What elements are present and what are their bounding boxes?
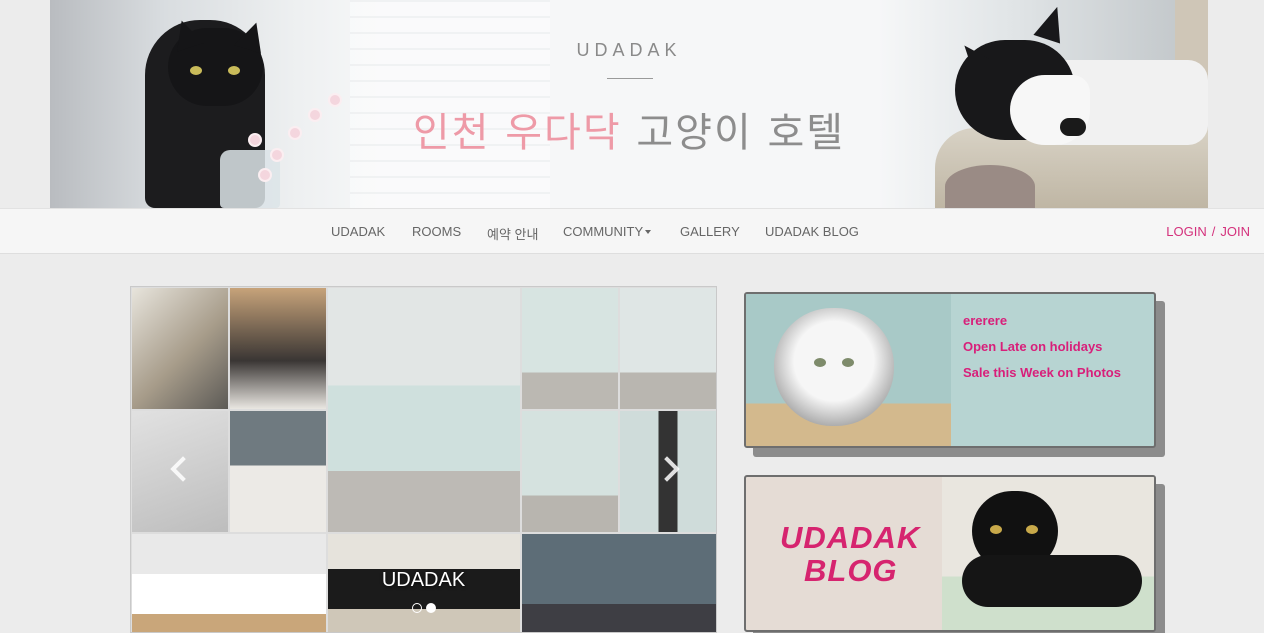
cat-eye [228, 66, 240, 75]
nav-item-gallery[interactable]: GALLERY [680, 224, 740, 239]
banner-title-pink: 인천 우다닥 [412, 110, 622, 156]
banner-divider [607, 78, 653, 79]
blog-card-line2: BLOG [804, 553, 898, 588]
banner-title: 인천 우다닥 고양이 호텔 [50, 100, 1208, 158]
blog-card-line1: UDADAK [780, 520, 921, 555]
nav-item-blog[interactable]: UDADAK BLOG [765, 224, 859, 239]
carousel-photo [230, 411, 326, 532]
nav-item-reservation[interactable]: 예약 안내 [487, 224, 538, 243]
carousel-photo [620, 288, 716, 409]
cherry-blossom [260, 170, 270, 180]
auth-links: LOGIN / JOIN [1166, 224, 1250, 239]
nav-item-udadak[interactable]: UDADAK [331, 224, 385, 239]
carousel-indicators [131, 603, 716, 613]
photo-carousel: UDADAK [130, 286, 717, 633]
blog-card-title: UDADAK BLOG [780, 521, 920, 587]
header-banner: UDADAK 인천 우다닥 고양이 호텔 [50, 0, 1208, 208]
carousel-photo [522, 288, 618, 409]
carousel-photo [522, 411, 618, 532]
banner-title-gray: 고양이 호텔 [636, 110, 846, 156]
nav-item-community-label: COMMUNITY [563, 224, 644, 239]
carousel-next-chevron-icon[interactable] [657, 455, 681, 485]
main-nav: UDADAK ROOMS 예약 안내 COMMUNITY GALLERY UDA… [0, 208, 1264, 254]
carousel-prev-chevron-icon[interactable] [165, 455, 189, 485]
auth-separator: / [1211, 224, 1216, 239]
cat-eye [1026, 525, 1038, 534]
scratching-post [945, 165, 1035, 208]
nav-item-community[interactable]: COMMUNITY [563, 224, 652, 239]
blog-cat-body [962, 555, 1142, 607]
carousel-indicator[interactable] [411, 603, 422, 613]
cat-eye [990, 525, 1002, 534]
persian-cat-face [774, 308, 894, 426]
flower-vase [220, 150, 280, 208]
carousel-photo [132, 288, 228, 409]
join-link[interactable]: JOIN [1220, 224, 1250, 239]
nav-item-rooms[interactable]: ROOMS [412, 224, 461, 239]
cat-eye [190, 66, 202, 75]
carousel-indicator-active[interactable] [425, 603, 436, 613]
caret-down-icon [645, 230, 652, 234]
news-link[interactable]: Sale this Week on Photos [963, 360, 1121, 386]
page: UDADAK 인천 우다닥 고양이 호텔 UDADAK ROOMS 예약 안내 … [0, 0, 1264, 633]
news-card: ererere Open Late on holidays Sale this … [744, 292, 1156, 448]
blog-black-cat-image [942, 477, 1154, 630]
carousel-photo [230, 288, 326, 409]
blog-card[interactable]: UDADAK BLOG [744, 475, 1156, 632]
banner-brand: UDADAK [576, 40, 682, 60]
news-link[interactable]: ererere [963, 308, 1121, 334]
persian-cat-image [746, 294, 951, 446]
news-link[interactable]: Open Late on holidays [963, 334, 1121, 360]
news-links: ererere Open Late on holidays Sale this … [963, 308, 1121, 386]
cat-eye [842, 358, 854, 367]
login-link[interactable]: LOGIN [1166, 224, 1206, 239]
carousel-caption: UDADAK [381, 569, 466, 591]
cat-eye [814, 358, 826, 367]
carousel-photo [328, 288, 520, 532]
